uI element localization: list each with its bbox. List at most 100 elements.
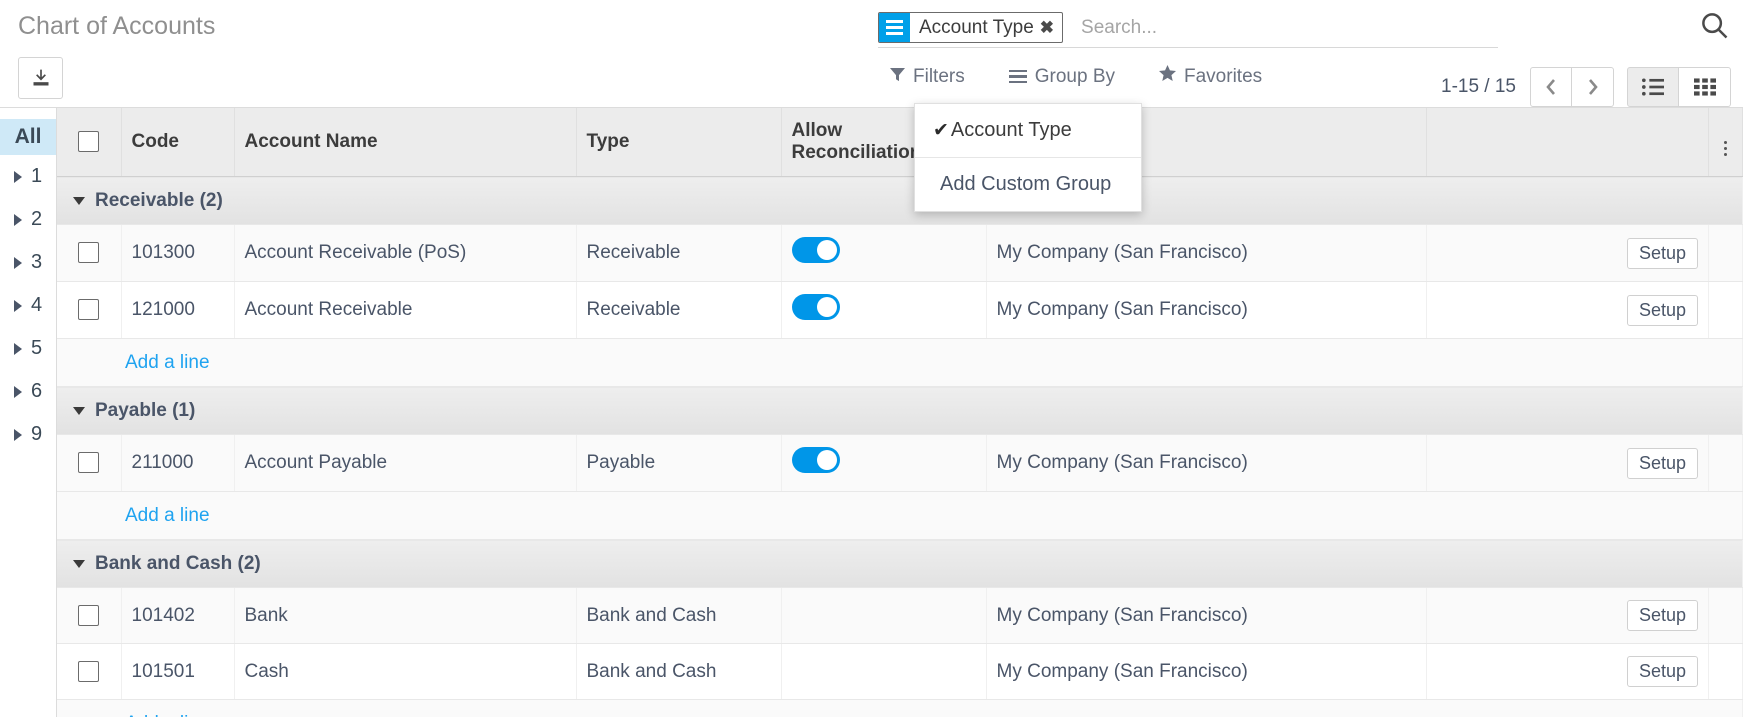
sidebar-item-label: 9 [31, 423, 43, 445]
sidebar-item-5[interactable]: 5 [0, 327, 56, 370]
cell-company: My Company (San Francisco) [986, 281, 1427, 339]
caret-down-icon [73, 559, 85, 568]
search-facet-label: Account Type [919, 16, 1034, 38]
favorites-dropdown-toggle[interactable]: Favorites [1159, 65, 1262, 88]
close-icon[interactable]: ✖ [1040, 13, 1062, 42]
cell-name: Account Payable [234, 434, 577, 492]
cell-spacer [1708, 434, 1743, 492]
setup-button[interactable]: Setup [1626, 237, 1698, 269]
cell-type: Receivable [576, 281, 782, 339]
cell-name: Cash [234, 643, 577, 700]
chevron-left-icon[interactable] [1530, 67, 1572, 107]
reconcile-toggle[interactable] [791, 447, 840, 473]
filters-dropdown-toggle[interactable]: Filters [890, 66, 965, 88]
table-row[interactable]: 101300 Account Receivable (PoS) Receivab… [57, 224, 1743, 282]
download-icon[interactable] [18, 57, 63, 99]
row-checkbox[interactable] [78, 452, 100, 474]
sidebar-item-4[interactable]: 4 [0, 284, 56, 327]
account-group-sidebar: All 1 2 3 4 5 6 9 [0, 108, 57, 717]
chart-of-accounts-page: Chart of Accounts Account Type ✖ Search.… [0, 0, 1743, 717]
cell-spacer [1708, 224, 1743, 282]
select-all-checkbox[interactable] [78, 131, 100, 153]
group-by-dropdown-toggle[interactable]: Group By [1008, 65, 1115, 88]
row-select-cell [57, 587, 122, 644]
row-select-cell [57, 434, 122, 492]
control-panel-bottom: Filters Group By Favorites 1-15 / 15 [0, 57, 1743, 107]
caret-down-icon [73, 406, 85, 415]
search-icon[interactable] [1699, 10, 1729, 40]
group-by-menu-item-account-type[interactable]: ✔ Account Type [915, 110, 1141, 151]
list-view-content: All 1 2 3 4 5 6 9 Code Account Name Type… [0, 107, 1743, 717]
burger-icon [1008, 69, 1027, 84]
optional-columns-toggle[interactable] [1708, 108, 1743, 177]
group-by-menu-item-add-custom-group[interactable]: Add Custom Group [915, 164, 1141, 205]
table-row[interactable]: 211000 Account Payable Payable My Compan… [57, 434, 1743, 492]
pager: 1-15 / 15 [1441, 67, 1614, 107]
table-row[interactable]: 101402 Bank Bank and Cash My Company (Sa… [57, 587, 1743, 644]
column-header-type[interactable]: Type [576, 108, 782, 177]
sidebar-item-3[interactable]: 3 [0, 241, 56, 284]
accounts-list: Code Account Name Type Allow Reconciliat… [57, 108, 1743, 717]
setup-button[interactable]: Setup [1626, 294, 1698, 326]
check-icon: ✔ [933, 120, 949, 141]
select-all-header [57, 108, 122, 177]
column-header-code[interactable]: Code [121, 108, 235, 177]
search-facet-account-type[interactable]: Account Type ✖ [878, 12, 1064, 43]
kanban-view-icon[interactable] [1679, 67, 1731, 107]
row-checkbox[interactable] [78, 660, 100, 682]
chevron-right-icon[interactable] [1572, 67, 1614, 107]
cell-code: 101501 [121, 643, 235, 700]
sidebar-item-2[interactable]: 2 [0, 198, 56, 241]
list-view-icon[interactable] [1627, 67, 1679, 107]
cell-type: Bank and Cash [576, 643, 782, 700]
group-row-bank-and-cash[interactable]: Bank and Cash (2) [57, 539, 1743, 588]
row-checkbox[interactable] [78, 299, 100, 321]
cell-reconcile [781, 643, 987, 700]
add-a-line-link[interactable]: Add a line [67, 713, 210, 717]
sidebar-item-label: 3 [31, 251, 43, 273]
group-cell: Bank and Cash (2) [57, 539, 1743, 588]
row-checkbox[interactable] [78, 604, 100, 626]
sidebar-item-all[interactable]: All [0, 119, 56, 155]
cell-code: 101402 [121, 587, 235, 644]
caret-right-icon [14, 428, 22, 441]
cell-reconcile [781, 434, 987, 492]
sidebar-item-6[interactable]: 6 [0, 370, 56, 413]
search-input[interactable] [1079, 15, 1498, 40]
page-title: Chart of Accounts [18, 12, 216, 40]
table-row[interactable]: 101501 Cash Bank and Cash My Company (Sa… [57, 643, 1743, 700]
sidebar-item-label: 5 [31, 337, 43, 359]
group-cell: Receivable (2) [57, 176, 1743, 225]
row-checkbox[interactable] [78, 242, 100, 264]
reconcile-toggle[interactable] [791, 294, 840, 320]
sidebar-item-9[interactable]: 9 [0, 413, 56, 456]
sidebar-item-label: 4 [31, 294, 43, 316]
add-a-line-link[interactable]: Add a line [67, 352, 210, 373]
table-row[interactable]: 121000 Account Receivable Receivable My … [57, 281, 1743, 339]
setup-button[interactable]: Setup [1626, 447, 1698, 479]
group-row-payable[interactable]: Payable (1) [57, 386, 1743, 435]
sidebar-item-label: 1 [31, 165, 43, 187]
filter-icon [890, 66, 905, 88]
options-dots-icon [1723, 140, 1728, 156]
group-row-receivable[interactable]: Receivable (2) [57, 176, 1743, 225]
cell-setup: Setup [1426, 224, 1709, 282]
add-a-line-row[interactable]: Add a line [57, 699, 1743, 717]
column-header-account-name[interactable]: Account Name [234, 108, 577, 177]
group-label: Payable (1) [95, 399, 196, 421]
add-a-line-row[interactable]: Add a line [57, 338, 1743, 387]
group-by-label: Group By [1034, 65, 1115, 87]
add-a-line-link[interactable]: Add a line [67, 505, 210, 526]
sidebar-item-label: 6 [31, 380, 43, 402]
cell-reconcile [781, 587, 987, 644]
setup-button[interactable]: Setup [1626, 600, 1698, 631]
cell-setup: Setup [1426, 281, 1709, 339]
setup-button[interactable]: Setup [1626, 656, 1698, 687]
reconcile-toggle[interactable] [791, 237, 840, 263]
sidebar-item-label: 2 [31, 208, 43, 230]
add-a-line-row[interactable]: Add a line [57, 491, 1743, 540]
add-line-cell: Add a line [57, 338, 1743, 387]
cell-spacer [1708, 281, 1743, 339]
row-select-cell [57, 281, 122, 339]
sidebar-item-1[interactable]: 1 [0, 155, 56, 198]
